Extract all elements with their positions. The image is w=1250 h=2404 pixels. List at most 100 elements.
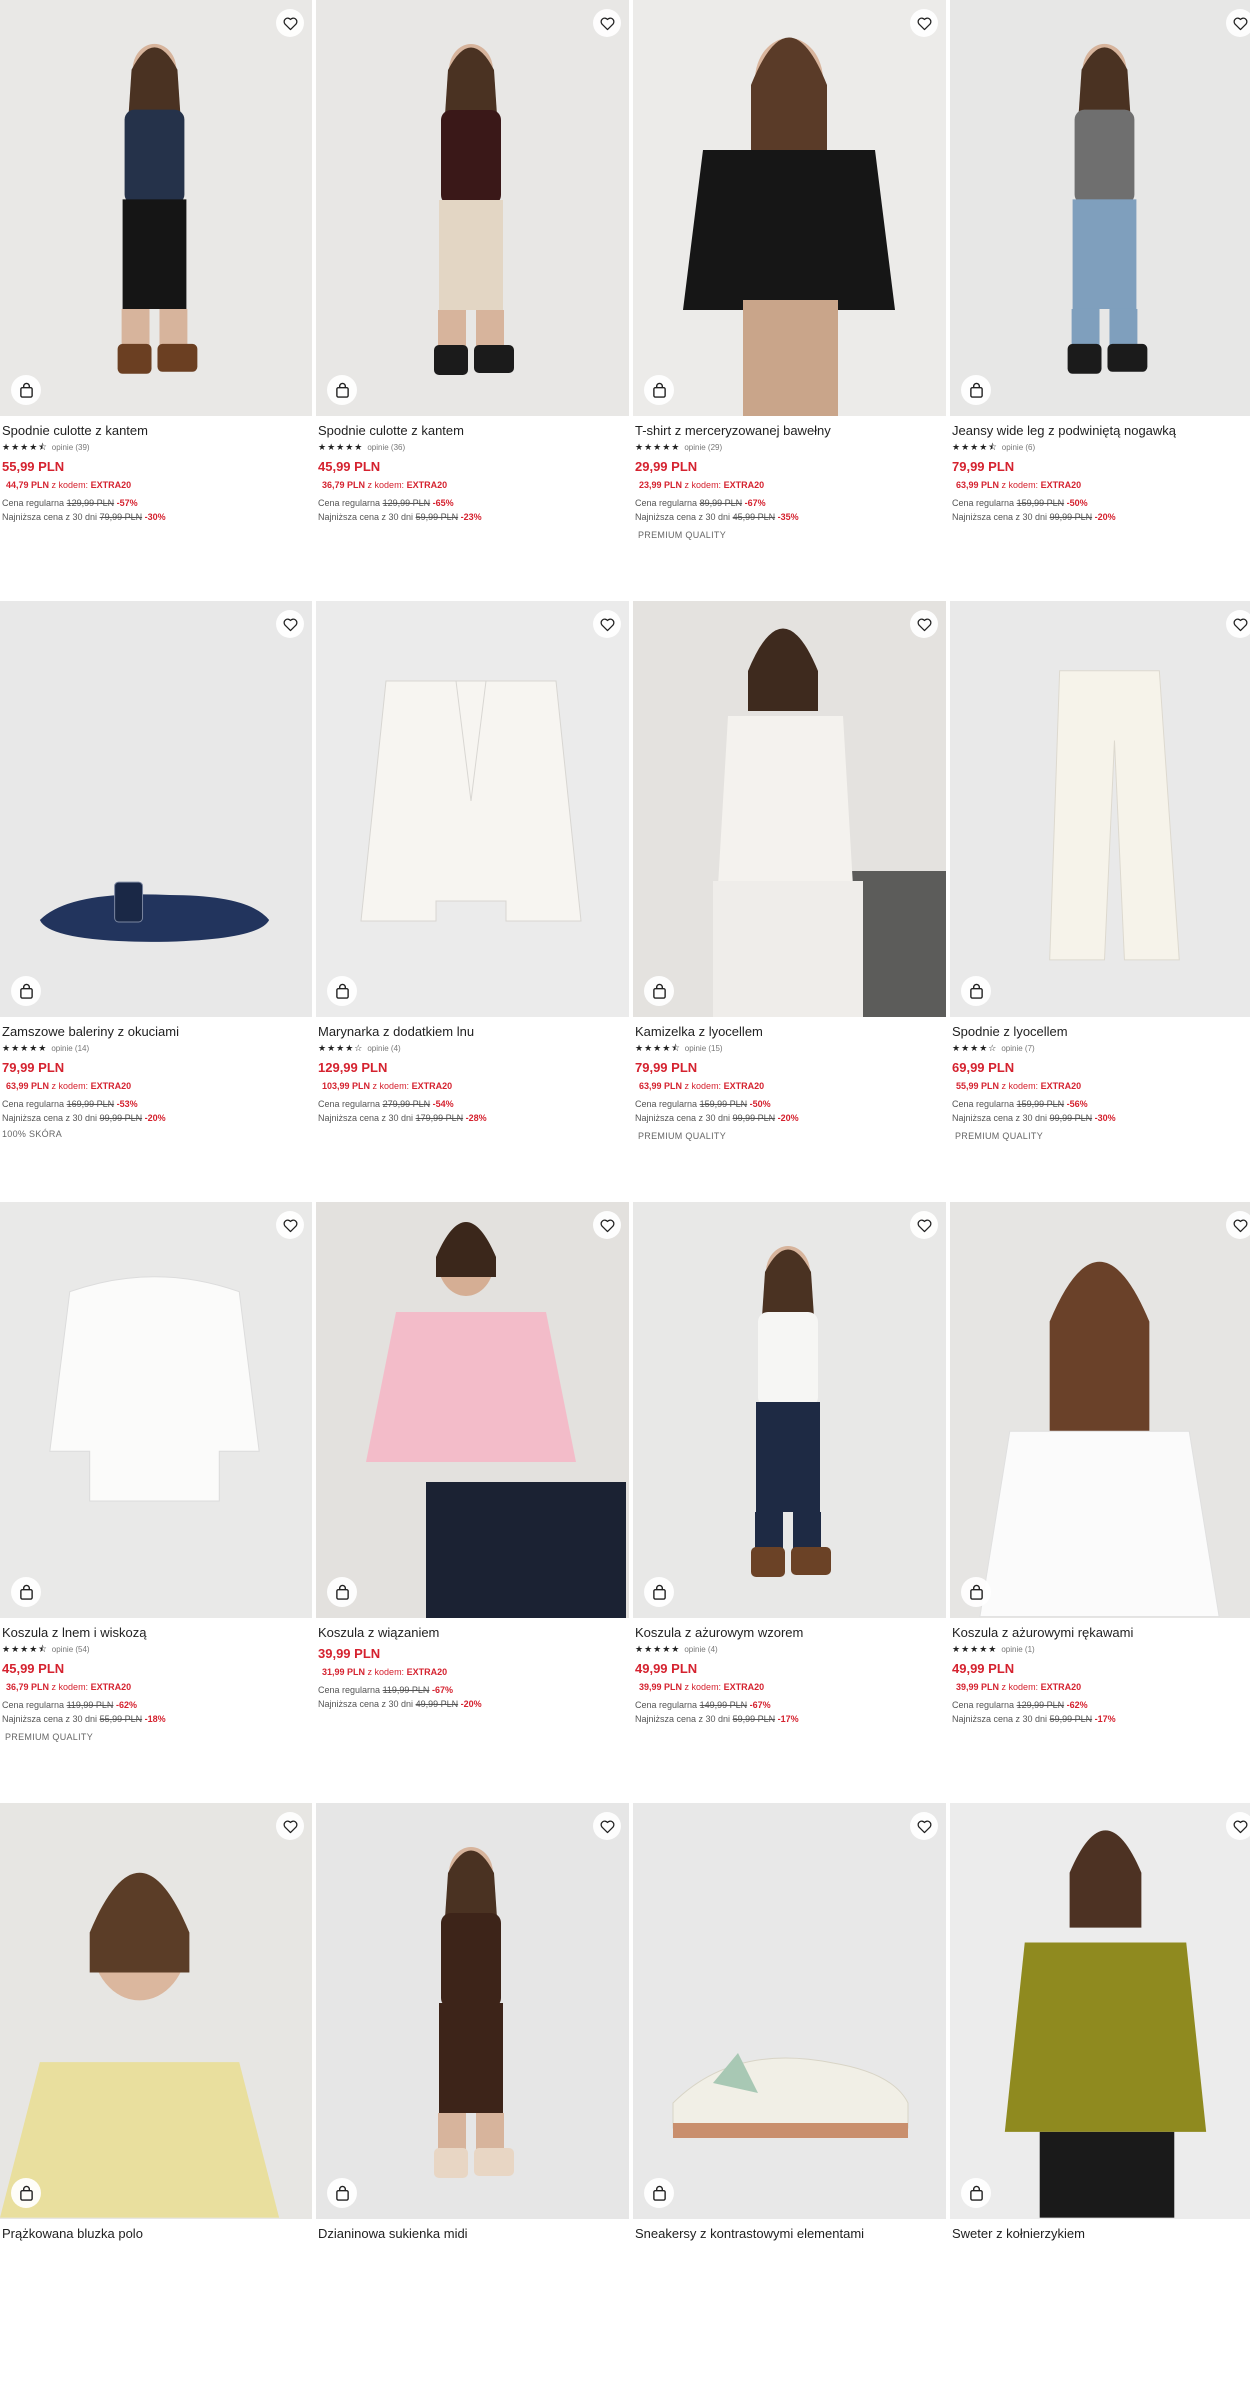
product-card[interactable]: Prążkowana bluzka polo [0,1803,312,2404]
shopping-bag-icon[interactable] [11,2178,41,2208]
reviews-count[interactable]: opinie (14) [51,1044,89,1053]
heart-outline-icon[interactable] [1226,1211,1250,1239]
product-card[interactable]: Kamizelka z lyocellem ★★★★⯪ opinie (15) … [633,601,946,1202]
heart-outline-icon[interactable] [276,1211,304,1239]
product-image[interactable] [0,601,312,1017]
regular-price: 119,99 PLN [66,1700,114,1710]
product-image[interactable] [316,0,629,416]
shopping-bag-icon[interactable] [961,976,991,1006]
product-title[interactable]: Spodnie culotte z kantem [318,422,627,439]
product-title[interactable]: Sneakersy z kontrastowymi elementami [635,2225,944,2242]
shopping-bag-icon[interactable] [961,2178,991,2208]
shopping-bag-icon[interactable] [11,976,41,1006]
product-title[interactable]: Dzianinowa sukienka midi [318,2225,627,2242]
product-card[interactable]: Spodnie z lyocellem ★★★★☆ opinie (7) 69,… [950,601,1250,1202]
heart-outline-icon[interactable] [1226,9,1250,37]
product-title[interactable]: Kamizelka z lyocellem [635,1023,944,1040]
product-image[interactable] [633,601,946,1017]
promo-code: EXTRA20 [90,1682,132,1692]
product-title[interactable]: Marynarka z dodatkiem lnu [318,1023,627,1040]
product-card[interactable]: Koszula z lnem i wiskozą ★★★★⯪ opinie (5… [0,1202,312,1803]
shopping-bag-icon[interactable] [644,1577,674,1607]
product-image[interactable] [316,1803,629,2219]
heart-outline-icon[interactable] [276,9,304,37]
product-image[interactable] [316,601,629,1017]
product-title[interactable]: Jeansy wide leg z podwiniętą nogawką [952,422,1250,439]
product-title[interactable]: Zamszowe baleriny z okuciami [2,1023,310,1040]
product-card[interactable]: Sweter z kołnierzykiem [950,1803,1250,2404]
reviews-count[interactable]: opinie (39) [52,443,90,452]
product-card[interactable]: Spodnie culotte z kantem ★★★★★ opinie (3… [316,0,629,601]
shopping-bag-icon[interactable] [11,1577,41,1607]
shopping-bag-icon[interactable] [11,375,41,405]
product-card[interactable]: Zamszowe baleriny z okuciami ★★★★★ opini… [0,601,312,1202]
heart-outline-icon[interactable] [1226,1812,1250,1840]
heart-outline-icon[interactable] [910,1812,938,1840]
reviews-count[interactable]: opinie (4) [367,1044,400,1053]
product-card[interactable]: Koszula z ażurowym wzorem ★★★★★ opinie (… [633,1202,946,1803]
product-title[interactable]: Koszula z ażurowymi rękawami [952,1624,1250,1641]
product-card[interactable]: Dzianinowa sukienka midi [316,1803,629,2404]
product-photo [633,601,946,1017]
product-image[interactable] [0,0,312,416]
product-image[interactable] [950,601,1250,1017]
heart-outline-icon[interactable] [1226,610,1250,638]
product-title[interactable]: Koszula z lnem i wiskozą [2,1624,310,1641]
promo-code: EXTRA20 [723,1081,765,1091]
heart-outline-icon[interactable] [593,9,621,37]
shopping-bag-icon[interactable] [327,375,357,405]
product-title[interactable]: Spodnie z lyocellem [952,1023,1250,1040]
product-image[interactable] [316,1202,629,1618]
reviews-count[interactable]: opinie (36) [367,443,405,452]
reviews-count[interactable]: opinie (4) [684,1645,717,1654]
product-image[interactable] [950,0,1250,416]
heart-outline-icon[interactable] [593,1211,621,1239]
heart-outline-icon[interactable] [910,1211,938,1239]
product-card[interactable]: Marynarka z dodatkiem lnu ★★★★☆ opinie (… [316,601,629,1202]
lowest-discount: -35% [777,512,799,522]
product-image[interactable] [633,0,946,416]
shopping-bag-icon[interactable] [327,1577,357,1607]
shopping-bag-icon[interactable] [644,976,674,1006]
shopping-bag-icon[interactable] [327,2178,357,2208]
product-image[interactable] [633,1202,946,1618]
reviews-count[interactable]: opinie (29) [684,443,722,452]
product-tag: PREMIUM QUALITY [5,1732,94,1742]
heart-outline-icon[interactable] [276,610,304,638]
product-image[interactable] [0,1803,312,2219]
product-title[interactable]: Koszula z ażurowym wzorem [635,1624,944,1641]
product-card[interactable]: Koszula z wiązaniem 39,99 PLN 31,99 PLN z… [316,1202,629,1803]
product-image[interactable] [950,1803,1250,2219]
product-card[interactable]: Spodnie culotte z kantem ★★★★⯪ opinie (3… [0,0,312,601]
shopping-bag-icon[interactable] [644,375,674,405]
shopping-bag-icon[interactable] [644,2178,674,2208]
product-card[interactable]: Jeansy wide leg z podwiniętą nogawką ★★★… [950,0,1250,601]
heart-outline-icon[interactable] [593,1812,621,1840]
reviews-count[interactable]: opinie (15) [685,1044,723,1053]
shopping-bag-icon[interactable] [327,976,357,1006]
product-card[interactable]: Sneakersy z kontrastowymi elementami [633,1803,946,2404]
product-title[interactable]: Prążkowana bluzka polo [2,2225,310,2242]
product-title[interactable]: Spodnie culotte z kantem [2,422,310,439]
heart-outline-icon[interactable] [910,610,938,638]
reviews-count[interactable]: opinie (6) [1002,443,1035,452]
product-card[interactable]: T-shirt z merceryzowanej bawełny ★★★★★ o… [633,0,946,601]
product-price: 79,99 PLN [2,1060,65,1075]
reviews-count[interactable]: opinie (1) [1001,1645,1034,1654]
lowest-price: 49,99 PLN [415,1699,459,1709]
reviews-count[interactable]: opinie (7) [1001,1044,1034,1053]
heart-outline-icon[interactable] [276,1812,304,1840]
shopping-bag-icon[interactable] [961,1577,991,1607]
product-image[interactable] [633,1803,946,2219]
promo-label: z kodem: [367,480,405,490]
shopping-bag-icon[interactable] [961,375,991,405]
product-image[interactable] [950,1202,1250,1618]
product-card[interactable]: Koszula z ażurowymi rękawami ★★★★★ opini… [950,1202,1250,1803]
reviews-count[interactable]: opinie (54) [52,1645,90,1654]
heart-outline-icon[interactable] [910,9,938,37]
heart-outline-icon[interactable] [593,610,621,638]
product-title[interactable]: Koszula z wiązaniem [318,1624,627,1641]
product-title[interactable]: Sweter z kołnierzykiem [952,2225,1250,2242]
product-image[interactable] [0,1202,312,1618]
product-title[interactable]: T-shirt z merceryzowanej bawełny [635,422,944,439]
